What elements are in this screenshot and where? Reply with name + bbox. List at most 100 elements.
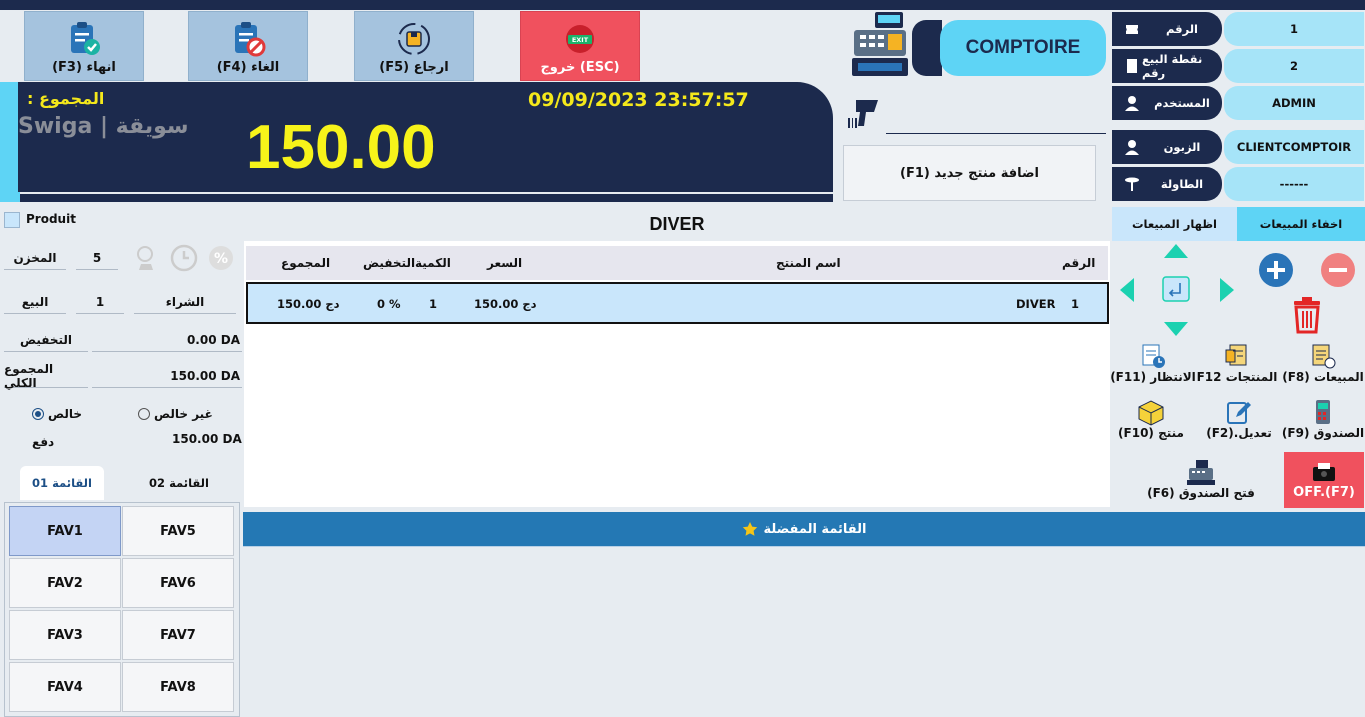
ticket-number-label: الرقم	[1112, 12, 1222, 46]
pay-value[interactable]: 150.00 DA	[172, 432, 242, 446]
cell-num: 1	[1071, 297, 1080, 311]
counter-tab-edge	[912, 20, 942, 76]
fav-button-7[interactable]: FAV7	[122, 610, 234, 660]
discount-value[interactable]: 0.00 DA	[92, 328, 242, 352]
pay-label: دفع	[32, 435, 55, 449]
not-net-radio[interactable]: غير خالص	[138, 407, 213, 421]
plus-icon[interactable]	[1258, 252, 1294, 288]
fav-list-01-tab[interactable]: القائمة 01	[20, 466, 104, 500]
ticket-table	[244, 241, 1110, 507]
sell-label: البيع	[4, 290, 66, 314]
col-discount: التخفيض	[363, 256, 416, 270]
net-radio[interactable]: خالص	[32, 407, 82, 421]
clock-icon[interactable]	[170, 244, 198, 272]
ticket-number-value: 1	[1224, 12, 1364, 46]
fav-button-4[interactable]: FAV4	[9, 662, 121, 712]
pos-number-value: 2	[1224, 49, 1364, 83]
fav-button-8[interactable]: FAV8	[122, 662, 234, 712]
exit-icon-text: EXIT	[572, 36, 589, 44]
add-product-button[interactable]: (F1) اضافة منتج جديد	[843, 145, 1096, 201]
scale-icon[interactable]	[133, 244, 161, 272]
card-terminal-icon	[1316, 400, 1330, 424]
clipboard-check-icon	[71, 22, 100, 55]
grand-total-label: المجموع الكلي	[4, 362, 88, 390]
datetime: 09/09/2023 23:57:57	[528, 89, 749, 111]
fav-button-5[interactable]: FAV5	[122, 506, 234, 556]
star-icon	[742, 522, 757, 536]
arrow-right-icon[interactable]	[1220, 278, 1234, 302]
sell-value[interactable]: 1	[76, 290, 124, 314]
table-row[interactable]	[246, 282, 1109, 324]
ticket-icon	[1126, 25, 1138, 34]
cashbox-button[interactable]: (F9) الصندوق	[1282, 398, 1364, 448]
product-checkbox[interactable]	[4, 212, 20, 228]
products-icon	[1225, 344, 1247, 366]
svg-text:%: %	[214, 251, 228, 267]
customer-value[interactable]: CLIENTCOMPTOIR	[1224, 130, 1364, 164]
customer-icon	[1125, 140, 1139, 155]
open-cashbox-button[interactable]: (F6) فتح الصندوق	[1146, 458, 1256, 508]
edit-icon	[1227, 402, 1251, 424]
cancel-button[interactable]: (F4) الغاء	[188, 11, 308, 81]
user-value: ADMIN	[1224, 86, 1364, 120]
sales-button[interactable]: (F8) المبيعات	[1282, 342, 1364, 392]
minus-icon[interactable]	[1320, 252, 1356, 288]
table-icon	[1125, 177, 1139, 191]
show-sales-tab[interactable]: اظهار المبيعات	[1112, 207, 1237, 241]
favorites-bar-label: القائمة المفضلة	[763, 521, 867, 537]
arrow-down-icon[interactable]	[1164, 322, 1188, 336]
product-button[interactable]: (F10) منتج	[1106, 398, 1196, 448]
fav-button-2[interactable]: FAV2	[9, 558, 121, 608]
sales-icon	[1312, 344, 1336, 369]
exit-label: خروج (ESC)	[540, 60, 620, 75]
refund-button[interactable]: (F5) ارجاع	[354, 11, 474, 81]
cell-discount: 0 %	[377, 297, 401, 311]
off-button[interactable]: OFF.(F7)	[1284, 452, 1364, 508]
arrow-left-icon[interactable]	[1120, 278, 1134, 302]
ticket-title: DIVER	[649, 213, 705, 234]
top-strip	[0, 0, 1365, 10]
navigation-pad	[1120, 244, 1234, 336]
table-value[interactable]: ------	[1224, 167, 1364, 201]
net-radio-dot[interactable]	[32, 408, 44, 420]
products-button[interactable]: F12 المنتجات	[1192, 342, 1282, 392]
edit-button[interactable]: (F2).تعديل	[1194, 398, 1284, 448]
printer-icon	[1313, 462, 1335, 481]
watermark-logo: Swiga | سويقة	[18, 114, 189, 139]
total-label: : المجموع	[27, 89, 105, 108]
fav-list-02-tab[interactable]: القائمة 02	[134, 466, 224, 500]
col-qty: الكمية	[415, 256, 451, 270]
hide-sales-tab[interactable]: اخفاء المبيعات	[1237, 207, 1365, 241]
cell-total: 150.00 دج	[277, 297, 340, 311]
finish-label: (F3) انهاء	[52, 60, 116, 75]
favorites-bar: القائمة المفضلة	[243, 512, 1365, 546]
trash-icon[interactable]	[1290, 296, 1324, 334]
clipboard-cancel-icon	[235, 22, 266, 57]
col-total: المجموع	[281, 256, 331, 270]
barcode-scanner-icon	[848, 100, 878, 128]
banner-strip	[20, 194, 833, 202]
percent-icon[interactable]: %	[207, 244, 235, 272]
banner-accent	[0, 82, 20, 202]
buy-label: الشراء	[134, 290, 236, 314]
customer-label: الزبون	[1112, 130, 1222, 164]
exit-button[interactable]: EXIT خروج (ESC)	[520, 11, 640, 81]
favorites-area	[243, 546, 1365, 717]
barcode-input-line[interactable]	[886, 133, 1106, 134]
refund-box-icon	[398, 23, 430, 55]
finish-button[interactable]: (F3) انهاء	[24, 11, 144, 81]
cell-qty: 1	[429, 297, 438, 311]
fav-button-6[interactable]: FAV6	[122, 558, 234, 608]
enter-icon[interactable]	[1162, 276, 1190, 302]
col-name: اسم المنتج	[776, 256, 841, 270]
not-net-radio-dot[interactable]	[138, 408, 150, 420]
cell-price: 150.00 دج	[474, 297, 537, 311]
waiting-button[interactable]: (F11) الانتظار	[1108, 342, 1198, 392]
document-icon	[1127, 59, 1137, 73]
fav-button-1[interactable]: FAV1	[9, 506, 121, 556]
user-icon	[1125, 96, 1139, 111]
arrow-up-icon[interactable]	[1164, 244, 1188, 258]
stock-value: 5	[76, 246, 118, 270]
cancel-label: (F4) الغاء	[216, 60, 280, 75]
fav-button-3[interactable]: FAV3	[9, 610, 121, 660]
